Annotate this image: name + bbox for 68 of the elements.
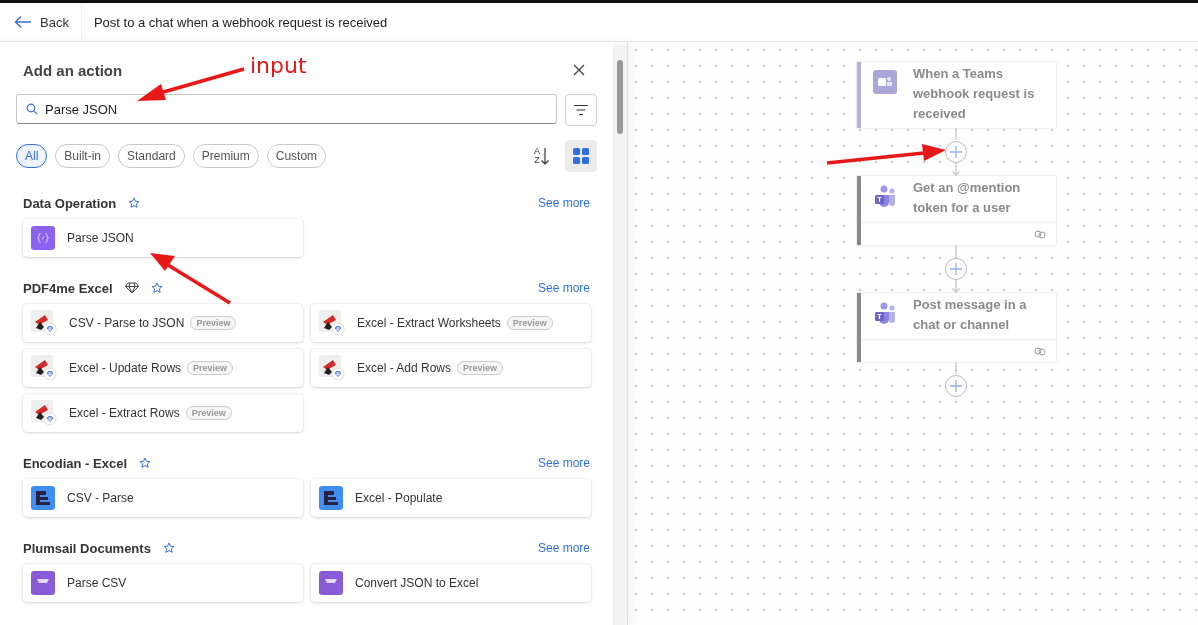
connector-logo-icon	[31, 355, 57, 381]
action-card[interactable]: Excel - Extract Worksheets Preview	[311, 304, 591, 342]
step-title: Get an @mention token for a user	[913, 179, 1022, 217]
flow-step-card[interactable]: When a Teams webhook request is received	[857, 62, 1056, 128]
preview-badge: Preview	[506, 316, 553, 330]
action-card[interactable]: CSV - Parse to JSON Preview	[23, 304, 303, 342]
star-icon[interactable]	[150, 282, 163, 294]
section-title: Plumsail Documents	[23, 540, 151, 556]
star-icon[interactable]	[139, 457, 152, 469]
filter-button[interactable]	[565, 94, 597, 126]
filter-icon	[573, 104, 589, 116]
filter-chip[interactable]: All	[16, 144, 48, 168]
connector-logo-icon	[319, 310, 345, 336]
teams-logo-icon	[873, 301, 897, 325]
star-icon[interactable]	[162, 542, 175, 554]
back-button[interactable]: Back	[0, 3, 82, 41]
connector-logo-icon	[319, 571, 343, 595]
see-more-link[interactable]: See more	[537, 541, 590, 555]
preview-badge: Preview	[185, 406, 232, 420]
sort-button[interactable]: A Z	[534, 147, 549, 165]
teams-logo-icon	[873, 184, 897, 208]
search-icon	[26, 103, 38, 115]
filter-chip[interactable]: Standard	[118, 144, 185, 168]
down-arrow-icon	[541, 147, 549, 165]
action-card[interactable]: Parse JSON	[23, 219, 303, 257]
search-field[interactable]: Parse JSON	[16, 94, 557, 124]
step-title: When a Teams webhook request is received	[913, 65, 1036, 123]
connector-logo-icon	[319, 486, 343, 510]
connector-logo-icon	[319, 355, 345, 381]
flow-title: Post to a chat when a webhook request is received	[92, 14, 388, 30]
back-arrow-icon	[14, 15, 32, 29]
close-icon[interactable]	[573, 64, 585, 76]
diamond-icon	[124, 282, 139, 294]
annotation-label: input	[250, 53, 307, 78]
grid-icon	[573, 148, 589, 164]
filter-chip[interactable]: Premium	[192, 144, 259, 168]
action-card[interactable]: Excel - Extract Rows Preview	[23, 394, 303, 432]
connector-logo-icon	[31, 400, 57, 426]
filter-chip[interactable]: Custom	[266, 144, 327, 168]
see-more-link[interactable]: See more	[537, 196, 590, 210]
star-icon[interactable]	[128, 197, 141, 209]
flow-step-card[interactable]: Post message in a chat or channel	[857, 293, 1056, 362]
panel-title: Add an action	[23, 61, 123, 79]
see-more-link[interactable]: See more	[537, 456, 590, 470]
step-title: Post message in a chat or channel	[913, 296, 1028, 334]
link-icon	[1034, 346, 1046, 356]
see-more-link[interactable]: See more	[537, 281, 590, 295]
action-card[interactable]: Excel - Populate	[311, 479, 591, 517]
teams-logo-icon	[873, 70, 897, 94]
connector-logo-icon	[31, 486, 55, 510]
preview-badge: Preview	[190, 316, 237, 330]
braces-icon	[31, 226, 55, 250]
action-card[interactable]: Parse CSV	[23, 564, 303, 602]
connector-logo-icon	[31, 310, 57, 336]
section-title: PDF4me Excel	[23, 280, 113, 296]
action-card[interactable]: Excel - Update Rows Preview	[23, 349, 303, 387]
scrollbar[interactable]	[613, 44, 627, 625]
connector-logo-icon	[31, 571, 55, 595]
section-title: Encodian - Excel	[23, 455, 128, 471]
action-card[interactable]: Convert JSON to Excel	[311, 564, 591, 602]
link-icon	[1034, 229, 1046, 239]
preview-badge: Preview	[187, 361, 234, 375]
grid-view-button[interactable]	[565, 140, 597, 172]
filter-chip[interactable]: Built-in	[55, 144, 111, 168]
action-card[interactable]: CSV - Parse	[23, 479, 303, 517]
section-title: Data Operation	[23, 195, 117, 211]
preview-badge: Preview	[457, 361, 504, 375]
action-card[interactable]: Excel - Add Rows Preview	[311, 349, 591, 387]
